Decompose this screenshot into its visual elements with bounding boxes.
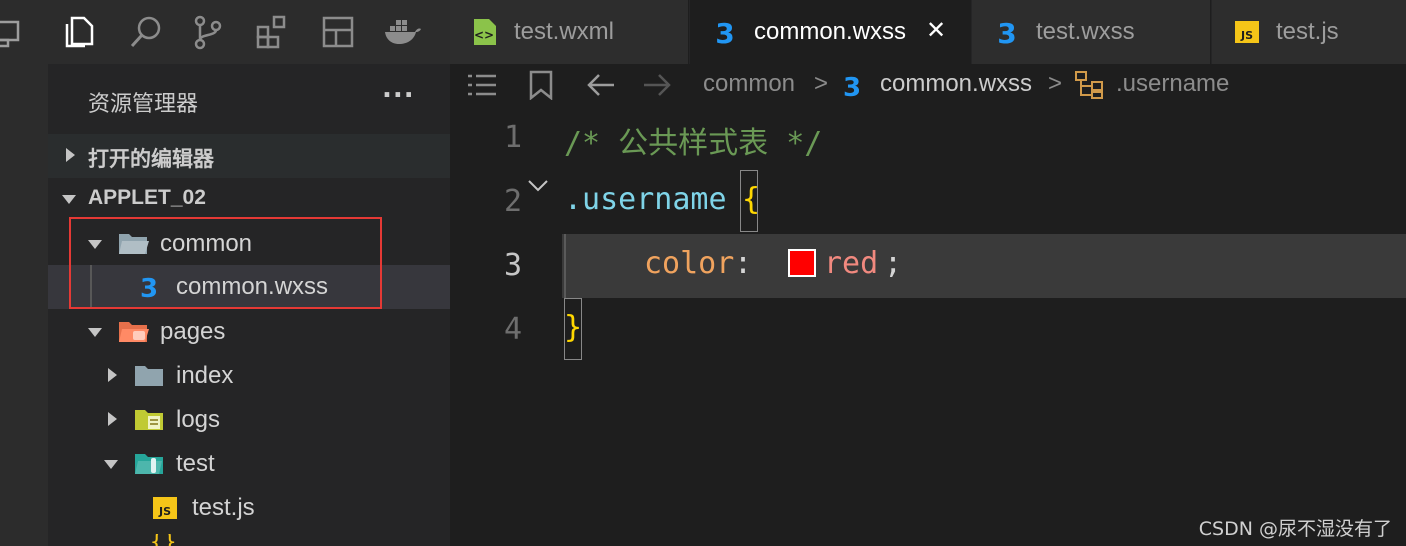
- svg-text:3: 3: [997, 18, 1016, 46]
- open-editors-label: 打开的编辑器: [88, 148, 214, 171]
- folder-logs-icon: [135, 410, 163, 430]
- svg-text:JS: JS: [158, 505, 171, 518]
- breadcrumb-bar: common > 3 common.wxss > .username: [450, 64, 1406, 108]
- tab-test-js[interactable]: JS test.js: [1212, 0, 1406, 64]
- code-value: red: [824, 246, 879, 281]
- chevron-right-icon: [66, 148, 75, 162]
- source-control-icon[interactable]: [190, 14, 226, 50]
- css-file-icon: 3: [843, 73, 861, 100]
- project-section[interactable]: APPLET_02: [48, 177, 450, 221]
- svg-text:3: 3: [843, 73, 861, 100]
- line-number: 3: [503, 248, 522, 283]
- breadcrumb-separator: >: [1048, 70, 1063, 97]
- close-icon[interactable]: ✕: [926, 16, 946, 44]
- explorer-files-icon[interactable]: [62, 14, 98, 50]
- folder-icon: [135, 366, 163, 386]
- docker-icon[interactable]: [382, 14, 422, 50]
- list-icon[interactable]: [466, 72, 498, 98]
- code-brace-close: }: [564, 310, 583, 345]
- project-label: APPLET_02: [88, 186, 206, 209]
- tab-label: test.wxml: [514, 18, 615, 45]
- chevron-down-icon: [104, 460, 118, 469]
- tree-item-label: pages: [160, 318, 226, 345]
- layout-panel-icon[interactable]: [320, 14, 356, 50]
- tab-common-wxss[interactable]: 3 common.wxss ✕: [690, 0, 971, 64]
- code-selector: .username: [564, 182, 727, 217]
- js-file-icon: JS: [153, 497, 177, 519]
- code-editor[interactable]: 1 /* 公共样式表 */ 2 .username { 3 color : re…: [450, 108, 1406, 546]
- sidebar-toolbar: [48, 0, 450, 64]
- code-colon: :: [734, 246, 753, 281]
- code-semicolon: ;: [884, 246, 903, 281]
- tree-item-test-js[interactable]: JS test.js: [48, 486, 450, 530]
- bookmark-icon[interactable]: [528, 70, 554, 100]
- more-actions-button[interactable]: ...: [382, 74, 415, 104]
- indent-guide: [564, 234, 566, 298]
- chevron-right-icon: [108, 368, 117, 382]
- tree-item-test[interactable]: test: [48, 442, 450, 486]
- wxml-file-icon: <>: [474, 19, 496, 45]
- explorer-title: 资源管理器: [88, 92, 199, 117]
- tree-item-label: logs: [176, 406, 221, 433]
- code-comment: /* 公共样式表 */: [564, 126, 823, 161]
- svg-text:3: 3: [715, 18, 734, 46]
- watermark: CSDN @尿不湿没有了: [1198, 518, 1392, 540]
- tree-item-pages[interactable]: pages: [48, 310, 450, 354]
- search-icon[interactable]: [128, 14, 164, 50]
- tree-item-logs[interactable]: logs: [48, 398, 450, 442]
- folder-test-icon: [135, 454, 163, 474]
- tree-item-label: test: [176, 450, 215, 477]
- tree-item-label: index: [176, 362, 234, 389]
- tree-item-index[interactable]: index: [48, 354, 450, 398]
- tab-label: common.wxss: [754, 18, 907, 45]
- chevron-right-icon: [108, 412, 117, 426]
- line-number: 2: [503, 184, 522, 219]
- css-file-icon: 3: [997, 18, 1016, 46]
- code-brace-open: {: [742, 182, 761, 217]
- tree-item-partial: {}: [150, 534, 178, 546]
- js-file-icon: JS: [1235, 21, 1259, 43]
- code-property: color: [644, 246, 735, 281]
- css-file-icon: 3: [715, 18, 734, 46]
- svg-text:JS: JS: [1240, 29, 1253, 42]
- activity-bar: [0, 0, 48, 546]
- breadcrumb-folder[interactable]: common: [703, 70, 795, 98]
- symbol-structure-icon: [1075, 71, 1103, 99]
- color-swatch[interactable]: [788, 249, 816, 277]
- editor-tabs: <> test.wxml 3 common.wxss ✕ 3 test.wxss…: [450, 0, 1406, 64]
- breadcrumb-file[interactable]: common.wxss: [880, 70, 1032, 98]
- line-number: 4: [503, 312, 522, 347]
- svg-text:<>: <>: [474, 28, 494, 42]
- tab-test-wxss[interactable]: 3 test.wxss: [972, 0, 1211, 64]
- tab-label: test.wxss: [1036, 18, 1135, 45]
- chevron-down-icon: [88, 328, 102, 337]
- open-editors-section[interactable]: 打开的编辑器: [48, 134, 450, 178]
- remote-explorer-icon[interactable]: [0, 16, 26, 50]
- chevron-down-icon: [62, 195, 76, 204]
- fold-chevron-icon[interactable]: [526, 178, 550, 194]
- line-number: 1: [503, 120, 522, 155]
- back-arrow-icon[interactable]: [586, 72, 616, 98]
- tab-label: test.js: [1276, 18, 1339, 45]
- folder-pages-icon: [119, 322, 149, 342]
- tree-item-label: test.js: [192, 494, 255, 521]
- breadcrumb-separator: >: [814, 70, 829, 97]
- breadcrumb-symbol[interactable]: .username: [1116, 70, 1229, 98]
- forward-arrow-icon[interactable]: [642, 72, 672, 98]
- tab-test-wxml[interactable]: <> test.wxml: [450, 0, 689, 64]
- highlight-box: [69, 217, 382, 309]
- extensions-icon[interactable]: [254, 14, 290, 50]
